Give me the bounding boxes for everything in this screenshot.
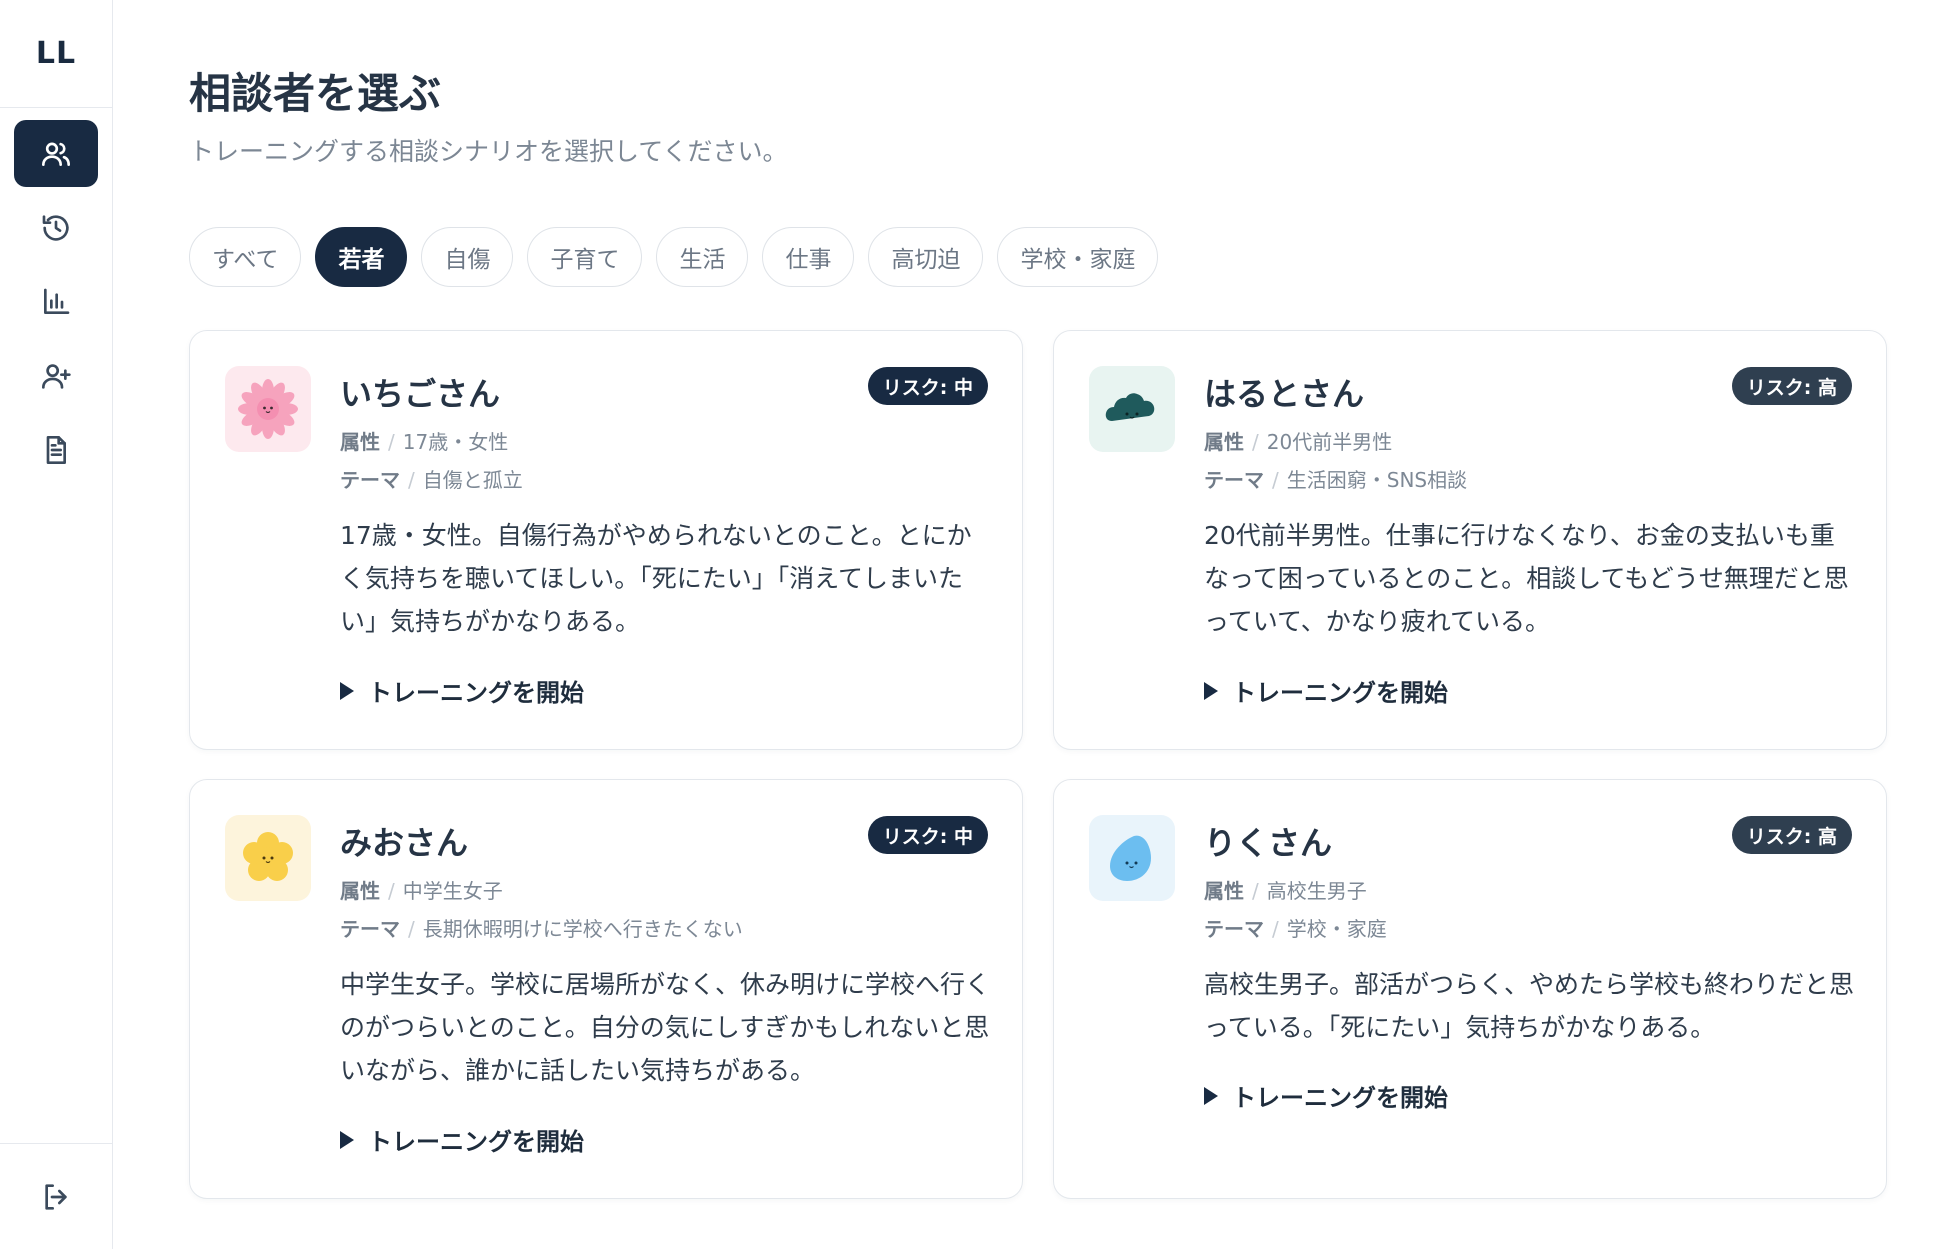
client-card[interactable]: はるとさん リスク: 高 属性/20代前半男性 テーマ / 生活困窮・SNS相談 2… [1053,330,1887,750]
attribute-value: 高校生男子 [1266,879,1367,903]
filter-chips: すべて 若者 自傷 子育て 生活 仕事 高切迫 学校・家庭 [189,227,1159,287]
attribute-value: 17歳・女性 [402,430,509,454]
theme-label: テーマ [340,468,400,492]
sidebar-item-history[interactable] [14,194,98,261]
theme-value: 長期休暇明けに学校へ行きたくない [422,917,743,941]
start-training-button[interactable]: トレーニングを開始 [340,673,584,708]
play-icon [340,681,354,700]
theme-label: テーマ [340,917,400,941]
start-training-button[interactable]: トレーニングを開始 [1204,673,1448,708]
bar-chart-icon [44,288,70,314]
theme-value: 生活困窮・SNS相談 [1286,468,1468,492]
theme-row: テーマ / 生活困窮・SNS相談 [1204,468,1468,492]
theme-row: テーマ / 長期休暇明けに学校へ行きたくない [340,917,743,941]
sidebar-item-documents[interactable] [14,416,98,483]
attribute-label: 属性 [340,430,380,454]
theme-label: テーマ [1204,468,1264,492]
play-icon [1204,681,1218,700]
user-plus-icon [42,363,71,389]
theme-label: テーマ [1204,917,1264,941]
document-icon [46,435,66,464]
filter-chip-all[interactable]: すべて [189,227,302,287]
risk-badge: リスク: 高 [1731,367,1852,405]
risk-badge: リスク: 高 [1731,816,1852,854]
filter-chip-school-family[interactable]: 学校・家庭 [997,227,1159,287]
client-card[interactable]: りくさん リスク: 高 属性 / 高校生男子 テーマ / 学校・家庭 高校生男子。部活が… [1053,779,1887,1199]
client-name: りくさん [1204,824,1333,862]
attribute-label: 属性 [1204,879,1244,903]
start-training-label: トレーニングを開始 [368,1128,584,1156]
sidebar-item-add-user[interactable] [14,342,98,409]
filter-chip-work[interactable]: 仕事 [762,227,855,287]
sidebar-item-clients[interactable] [14,120,98,187]
play-icon [340,1130,354,1149]
attribute-row: 属性/20代前半男性 [1204,430,1393,454]
yellow-flower-avatar [225,815,311,901]
attribute-row: 属性/17歳・女性 [340,430,509,454]
history-icon [42,214,69,241]
client-description: 高校生男子。部活がつらく、やめたら学校も終わりだと思っている。「死にたい」気持ち… [1204,970,1855,1042]
theme-row: テーマ / 学校・家庭 [1204,917,1387,941]
client-description: 中学生女子。学校に居場所がなく、休み明けに学校へ行くのがつらいとのこと。自分の気… [340,970,991,1085]
theme-row: テーマ / 自傷と孤立 [340,468,523,492]
filter-chip-high-urgency[interactable]: 高切迫 [868,227,984,287]
attribute-label: 属性 [340,879,380,903]
play-icon [1204,1086,1218,1105]
client-card[interactable]: みおさん リスク: 中 属性 / 中学生女子 テーマ / 長期休暇明けに学校へ行きたくな… [189,779,1023,1199]
logout-icon [45,1183,67,1210]
sidebar-item-stats[interactable] [14,268,98,335]
logout-button[interactable] [0,1143,112,1249]
attribute-value: 中学生女子 [402,879,503,903]
start-training-button[interactable]: トレーニングを開始 [340,1122,584,1157]
filter-chip-living[interactable]: 生活 [656,227,749,287]
users-icon [42,142,70,166]
start-training-label: トレーニングを開始 [368,679,584,707]
client-name: みおさん [340,824,469,862]
sidebar: LL [0,0,113,1249]
blue-drop-avatar [1089,815,1175,901]
pink-flower-avatar [225,366,311,452]
risk-badge: リスク: 中 [867,367,988,405]
attribute-row: 属性 / 高校生男子 [1204,879,1367,903]
attribute-row: 属性 / 中学生女子 [340,879,503,903]
theme-value: 学校・家庭 [1286,917,1387,941]
page-subtitle: トレーニングする相談シナリオを選択してください。 [189,137,788,166]
theme-value: 自傷と孤立 [422,468,523,492]
start-training-label: トレーニングを開始 [1232,1084,1448,1112]
attribute-label: 属性 [1204,430,1244,454]
attribute-value: 20代前半男性 [1266,430,1393,454]
dark-cloud-avatar [1089,366,1175,452]
client-card[interactable]: いちごさん リスク: 中 属性/17歳・女性 テーマ / 自傷と孤立 17歳・女性。… [189,330,1023,750]
filter-chip-youth[interactable]: 若者 [315,227,408,287]
start-training-label: トレーニングを開始 [1232,679,1448,707]
client-name: はるとさん [1204,375,1365,413]
page-title: 相談者を選ぶ [189,69,442,118]
filter-chip-parenting[interactable]: 子育て [527,227,643,287]
sidebar-nav [0,108,112,490]
client-description: 17歳・女性。自傷行為がやめられないとのこと。とにかく気持ちを聴いてほしい。「死… [340,521,972,636]
filter-chip-self-harm[interactable]: 自傷 [421,227,514,287]
client-name: いちごさん [340,375,501,413]
risk-badge: リスク: 中 [867,816,988,854]
app-logo[interactable]: LL [0,0,112,108]
start-training-button[interactable]: トレーニングを開始 [1204,1078,1448,1113]
client-description: 20代前半男性。仕事に行けなくなり、お金の支払いも重なって困っているとのこと。相… [1204,521,1849,636]
